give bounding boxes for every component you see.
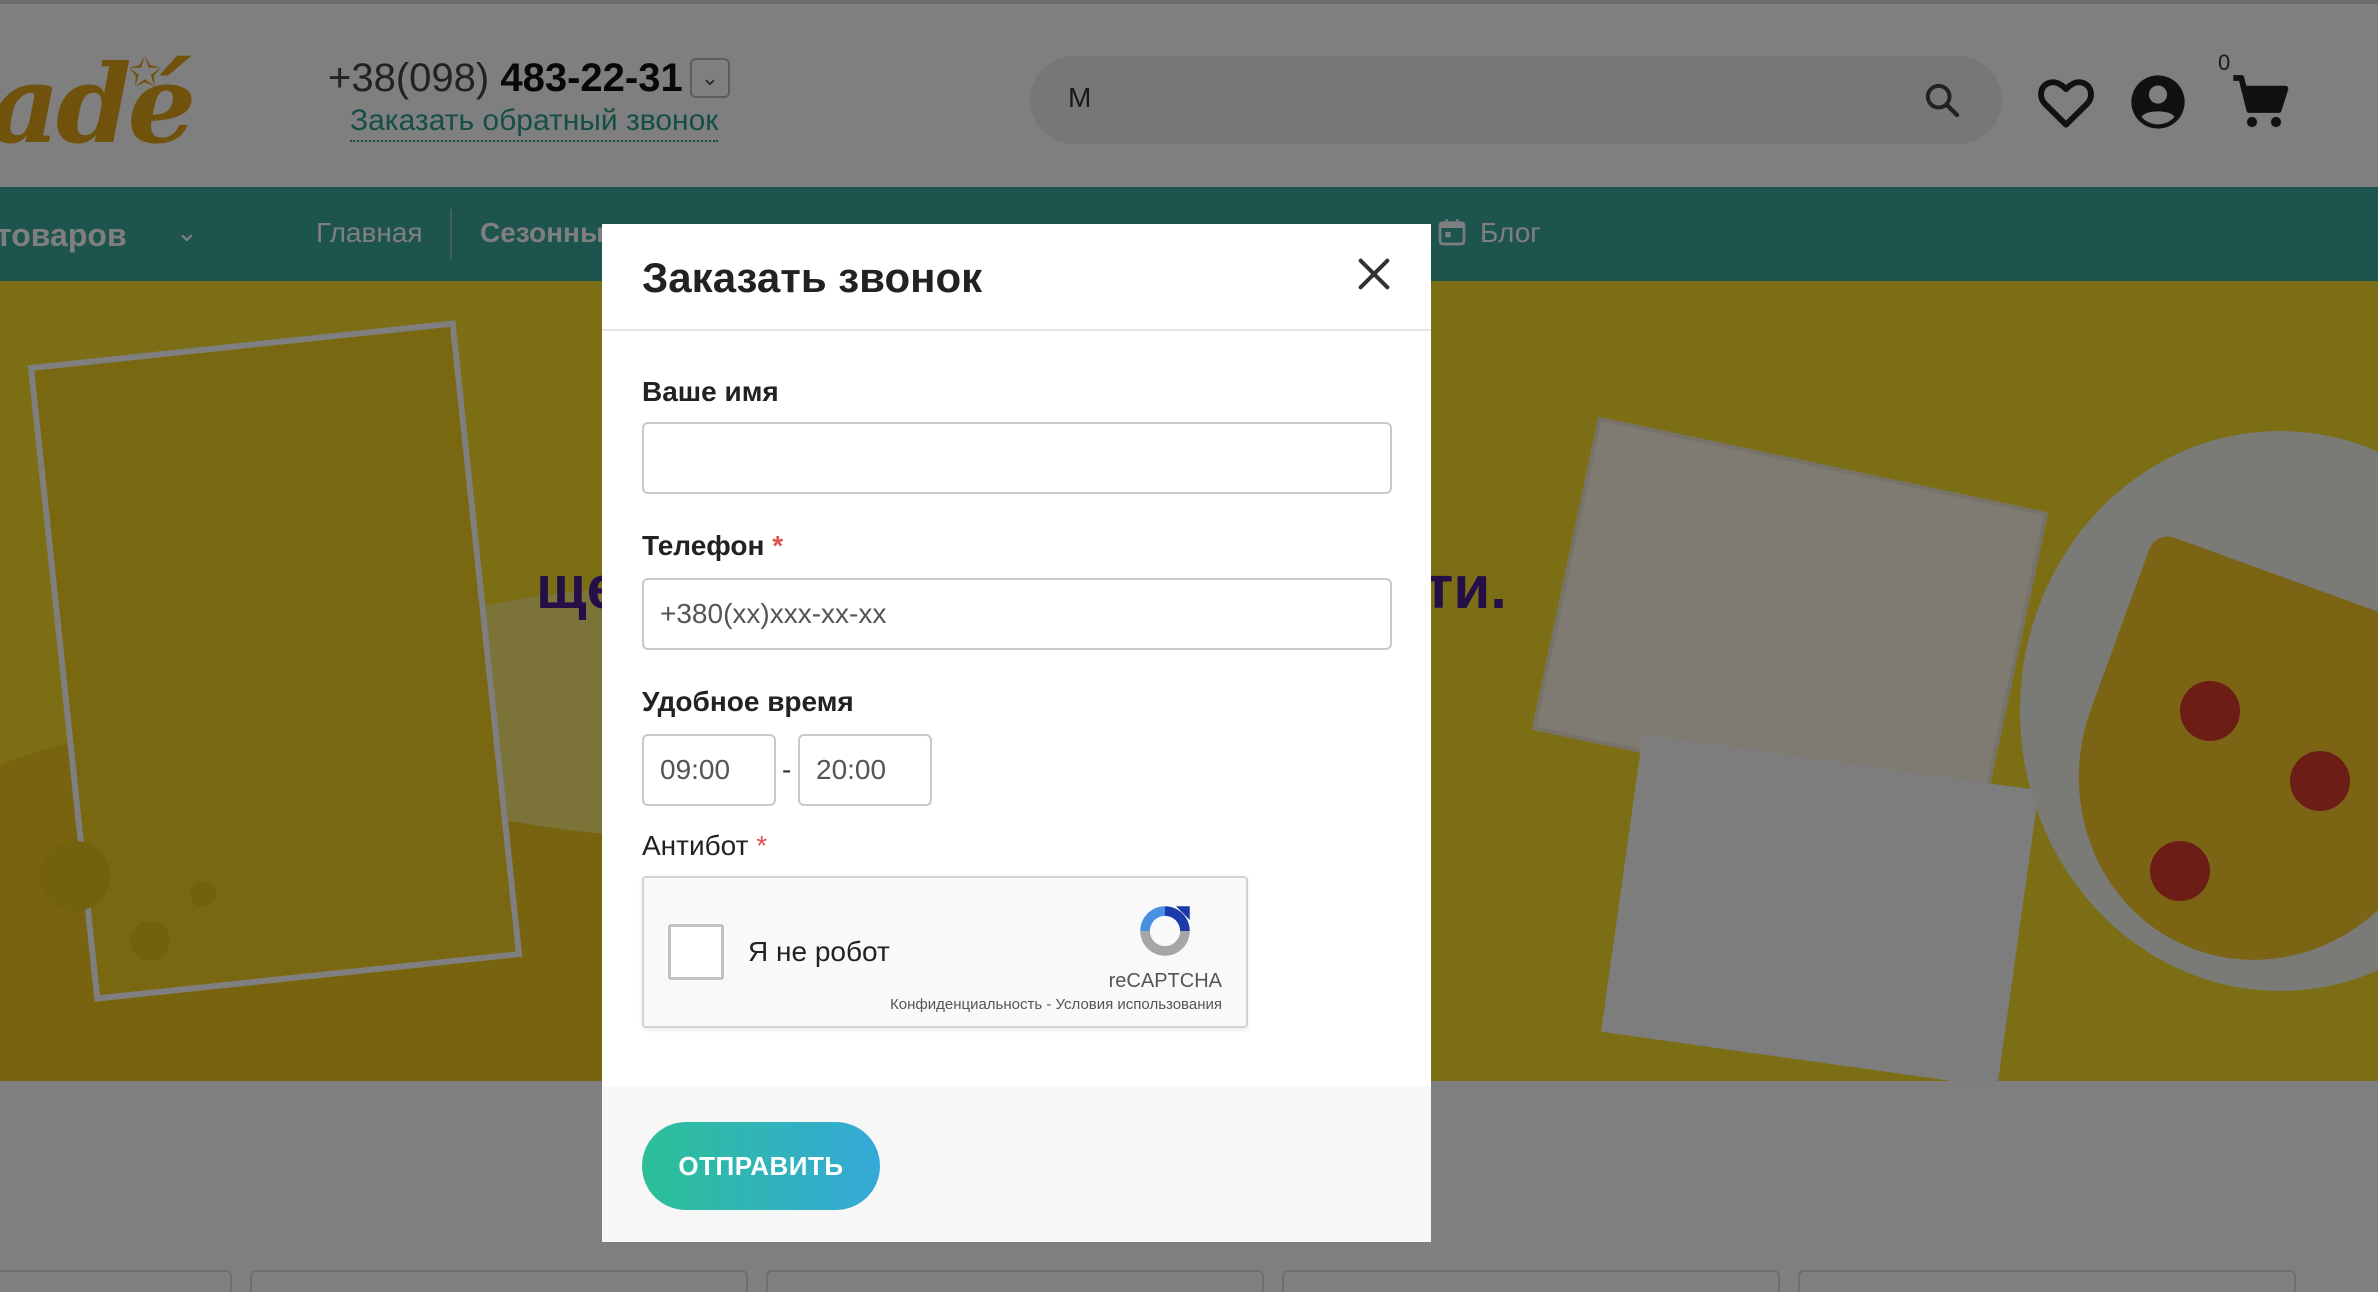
required-mark: * bbox=[772, 530, 784, 561]
recaptcha-widget: Я не робот reCAPTCHA Конфиденциальность … bbox=[642, 876, 1248, 1028]
modal-footer: ОТПРАВИТЬ bbox=[602, 1086, 1431, 1242]
phone-label: Телефон * bbox=[642, 530, 783, 562]
phone-label-text: Телефон bbox=[642, 530, 765, 561]
time-label: Удобное время bbox=[642, 686, 854, 717]
time-to-field[interactable] bbox=[798, 734, 932, 806]
callback-modal: Заказать звонок Ваше имя Телефон * Удобн… bbox=[602, 224, 1431, 1242]
name-label: Ваше имя bbox=[642, 376, 779, 407]
modal-title: Заказать звонок bbox=[642, 254, 983, 301]
recaptcha-logo-icon bbox=[1140, 906, 1190, 956]
submit-button[interactable]: ОТПРАВИТЬ bbox=[642, 1122, 880, 1210]
time-separator: - bbox=[782, 754, 792, 785]
required-mark: * bbox=[756, 830, 768, 861]
time-from-field[interactable] bbox=[642, 734, 776, 806]
recaptcha-checkbox[interactable] bbox=[668, 924, 724, 980]
recaptcha-brand: reCAPTCHA bbox=[1108, 970, 1222, 992]
name-field[interactable] bbox=[642, 422, 1392, 494]
recaptcha-links[interactable]: Конфиденциальность - Условия использован… bbox=[890, 996, 1222, 1013]
modal-header: Заказать звонок bbox=[602, 224, 1431, 331]
phone-field[interactable] bbox=[642, 578, 1392, 650]
close-icon[interactable] bbox=[1354, 254, 1394, 294]
recaptcha-label: Я не робот bbox=[748, 936, 890, 967]
antibot-label: Антибот * bbox=[642, 830, 767, 862]
antibot-label-text: Антибот bbox=[642, 830, 749, 861]
